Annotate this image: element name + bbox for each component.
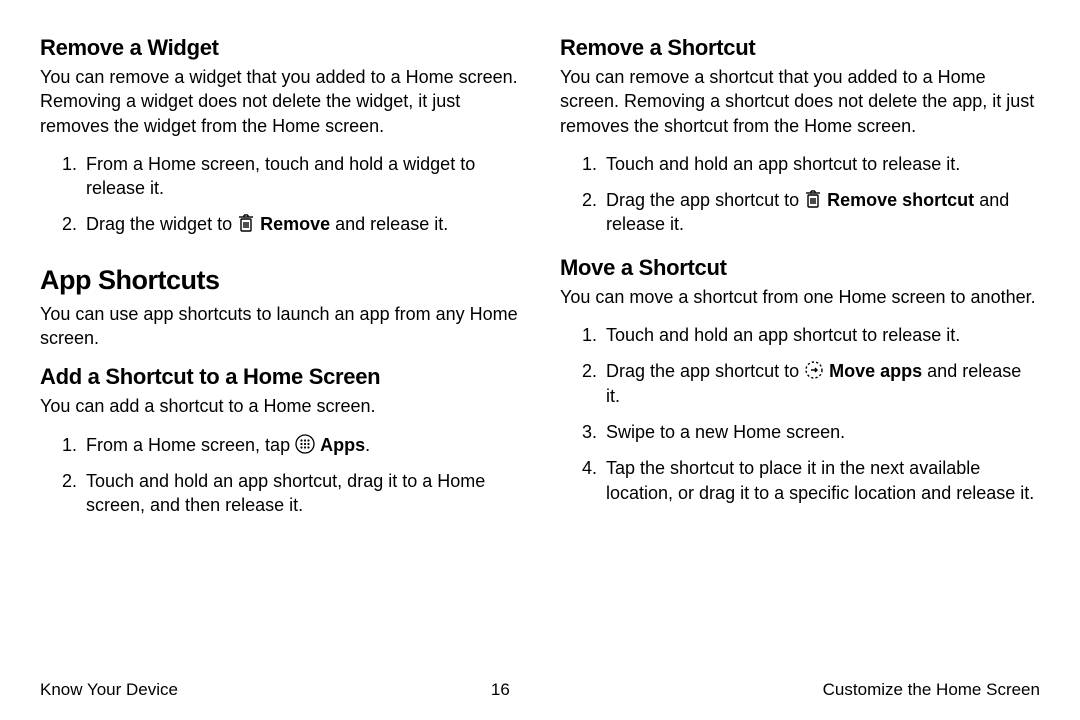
remove-shortcut-label: Remove shortcut xyxy=(827,190,974,210)
footer-left: Know Your Device xyxy=(40,680,178,700)
remove-widget-steps: From a Home screen, touch and hold a wid… xyxy=(40,152,520,237)
content-columns: Remove a Widget You can remove a widget … xyxy=(40,35,1040,530)
footer-right: Customize the Home Screen xyxy=(823,680,1040,700)
step-text: and release it. xyxy=(330,214,448,234)
list-item: Drag the app shortcut to Move apps and r… xyxy=(602,359,1040,408)
add-shortcut-heading: Add a Shortcut to a Home Screen xyxy=(40,364,520,390)
page-number: 16 xyxy=(491,680,510,700)
add-shortcut-intro: You can add a shortcut to a Home screen. xyxy=(40,394,520,418)
left-column: Remove a Widget You can remove a widget … xyxy=(40,35,520,530)
move-shortcut-intro: You can move a shortcut from one Home sc… xyxy=(560,285,1040,309)
list-item: Touch and hold an app shortcut to releas… xyxy=(602,152,1040,176)
move-apps-icon xyxy=(804,360,824,380)
remove-widget-intro: You can remove a widget that you added t… xyxy=(40,65,520,138)
list-item: Touch and hold an app shortcut, drag it … xyxy=(82,469,520,518)
step-text: Drag the app shortcut to xyxy=(606,361,804,381)
step-text: From a Home screen, tap xyxy=(86,435,295,455)
step-text: Drag the widget to xyxy=(86,214,237,234)
trash-icon xyxy=(237,213,255,233)
remove-shortcut-heading: Remove a Shortcut xyxy=(560,35,1040,61)
list-item: From a Home screen, tap Apps. xyxy=(82,433,520,457)
apps-grid-icon xyxy=(295,434,315,454)
right-column: Remove a Shortcut You can remove a short… xyxy=(560,35,1040,530)
app-shortcuts-intro: You can use app shortcuts to launch an a… xyxy=(40,302,520,351)
list-item: Touch and hold an app shortcut to releas… xyxy=(602,323,1040,347)
list-item: Tap the shortcut to place it in the next… xyxy=(602,456,1040,505)
remove-label: Remove xyxy=(260,214,330,234)
list-item: Drag the app shortcut to Remove shortcut… xyxy=(602,188,1040,237)
trash-icon xyxy=(804,189,822,209)
remove-widget-heading: Remove a Widget xyxy=(40,35,520,61)
apps-label: Apps xyxy=(320,435,365,455)
page-footer: Know Your Device 16 Customize the Home S… xyxy=(40,680,1040,700)
move-shortcut-steps: Touch and hold an app shortcut to releas… xyxy=(560,323,1040,505)
list-item: Drag the widget to Remove and release it… xyxy=(82,212,520,236)
move-shortcut-heading: Move a Shortcut xyxy=(560,255,1040,281)
step-text: . xyxy=(365,435,370,455)
step-text: Drag the app shortcut to xyxy=(606,190,804,210)
remove-shortcut-steps: Touch and hold an app shortcut to releas… xyxy=(560,152,1040,237)
add-shortcut-steps: From a Home screen, tap Apps. Touch and … xyxy=(40,433,520,518)
app-shortcuts-heading: App Shortcuts xyxy=(40,265,520,296)
move-apps-label: Move apps xyxy=(829,361,922,381)
list-item: Swipe to a new Home screen. xyxy=(602,420,1040,444)
remove-shortcut-intro: You can remove a shortcut that you added… xyxy=(560,65,1040,138)
list-item: From a Home screen, touch and hold a wid… xyxy=(82,152,520,201)
